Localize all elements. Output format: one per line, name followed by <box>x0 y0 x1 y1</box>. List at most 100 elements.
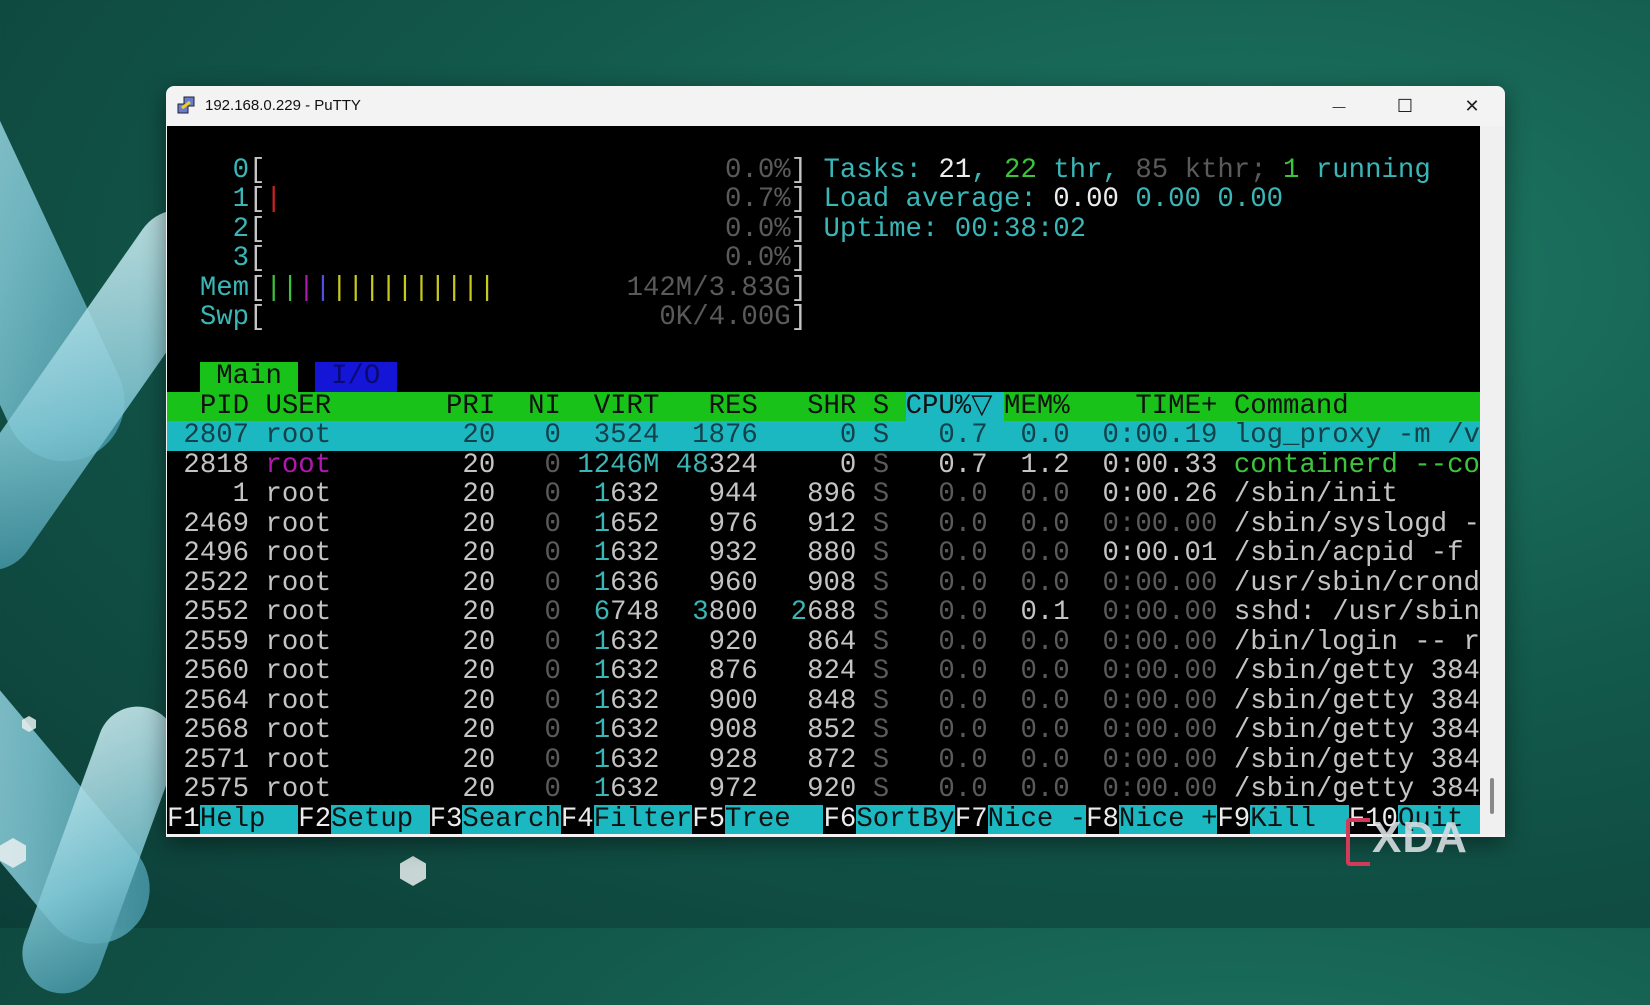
shr: 912 <box>807 509 857 539</box>
process-row[interactable]: 1 root 20 0 1632 944 896 S 0.0 0.0 0:00.26/sbin/in… <box>167 480 1480 510</box>
scrollbar-thumb[interactable] <box>1490 778 1494 814</box>
process-row[interactable]: 2469 root 20 0 1652 976 912 S 0.0 0.0 0:00.00/sbin… <box>167 510 1480 540</box>
shr: 864 <box>807 627 857 657</box>
process-row[interactable]: 2568 root 20 0 1632 908 852 S 0.0 0.0 0:00.00/sbin… <box>167 716 1480 746</box>
shr: 896 <box>807 480 857 510</box>
state: S <box>872 539 890 569</box>
res: 3800 <box>659 598 758 628</box>
window-title: 192.168.0.229 - PuTTY <box>205 97 361 114</box>
minimize-button[interactable]: — <box>1316 86 1362 126</box>
process-row[interactable]: 2552 root 20 0 6748 3800 2688 S 0.0 0.1 0:00.00 ssh… <box>167 598 1480 628</box>
fkey-tree-button[interactable]: Tree <box>725 804 824 834</box>
column-header-pid[interactable]: PID <box>167 392 249 422</box>
pid: 2571 <box>183 745 250 775</box>
nice: 0 <box>544 480 561 510</box>
fkey-setup-button[interactable]: Setup <box>331 804 430 834</box>
priority: 20 <box>462 480 496 510</box>
column-header-cpu[interactable]: CPU%▽ <box>905 391 1005 421</box>
maximize-button[interactable]: ☐ <box>1382 86 1428 126</box>
process-row[interactable]: 2560 root 20 0 1632 876 824 S 0.0 0.0 0:00.00/sbin… <box>167 657 1480 687</box>
res: 1876 <box>692 421 758 451</box>
process-row[interactable]: 2818 root 20 0 1246M 48324 0 S 0.7 1.2 0:00.33 cont… <box>167 451 1480 481</box>
user: root <box>265 509 332 539</box>
meter-value: 0K/4.00G <box>659 303 791 333</box>
column-header-s[interactable]: S <box>873 392 889 422</box>
res: 900 <box>708 686 758 716</box>
priority: 20 <box>462 627 496 657</box>
process-row[interactable]: 2571 root 20 0 1632 928 872 S 0.0 0.0 0:00.00/sbin… <box>167 746 1480 776</box>
fkey-search-button[interactable]: Search <box>462 804 561 834</box>
tab-io[interactable]: I/O <box>314 362 397 392</box>
column-header-mem[interactable]: MEM% <box>1004 392 1070 422</box>
virt: 1246M <box>577 450 660 480</box>
mem-percent: 0.0 <box>1020 539 1070 569</box>
uptime-label: Uptime: <box>823 214 955 244</box>
process-row[interactable]: 2575 root 20 0 1632 972 920 S 0.0 0.0 0:00.00/sbin… <box>167 775 1480 805</box>
fkey-f8: F8 <box>1086 804 1119 834</box>
kthreads-label: kthr; <box>1168 155 1284 185</box>
state: S <box>872 627 890 657</box>
process-row[interactable]: 2522 root 20 0 1636 960 908 S 0.0 0.0 0:00.00/usr/… <box>167 569 1480 599</box>
process-row[interactable]: 2496 root 20 0 1632 932 880 S 0.0 0.0 0:00.01/sbin… <box>167 539 1480 569</box>
putty-window: 192.168.0.229 - PuTTY — ☐ ✕ 0[0.0%] Tasks… <box>166 86 1505 837</box>
column-header-time[interactable]: TIME+ <box>1070 392 1217 422</box>
cpu-percent: 0.0 <box>938 627 988 657</box>
meter-bracket: ] <box>790 185 808 215</box>
cpu-time: 0:00.00 <box>1102 686 1218 716</box>
virt: 6748 <box>561 598 660 628</box>
cpu-percent: 0.0 <box>938 745 988 775</box>
priority: 20 <box>462 539 496 569</box>
fkey-f1: F1 <box>167 804 200 834</box>
running-label: running <box>1299 155 1431 185</box>
state: S <box>872 480 890 510</box>
terminal-screen[interactable]: 0[0.0%] Tasks: 21, 22 thr, 85 kthr; 1 run… <box>167 126 1480 834</box>
fkey-f5: F5 <box>692 804 725 834</box>
column-header-ni[interactable]: NI <box>495 392 561 422</box>
cpu-time: 0:00.00 <box>1102 568 1218 598</box>
close-button[interactable]: ✕ <box>1449 86 1495 126</box>
fkey-filter-button[interactable]: Filter <box>593 804 693 834</box>
process-row[interactable]: 2807 root 20 0 3524 1876 0 S 0.7 0.0 0:00.19 log_pr… <box>167 421 1480 451</box>
process-row[interactable]: 2564 root 20 0 1632 900 848 S 0.0 0.0 0:00.00/sbin… <box>167 687 1480 717</box>
fkey-kill-button[interactable]: Kill <box>1250 804 1349 834</box>
process-row[interactable]: 2559 root 20 0 1632 920 864 S 0.0 0.0 0:00.00/bin/… <box>167 628 1480 658</box>
nice: 0 <box>544 539 561 569</box>
column-header-res[interactable]: RES <box>659 392 758 422</box>
virt: 1632 <box>561 539 660 569</box>
meter-value: 0.0% <box>725 155 791 185</box>
fkey-sortby-button[interactable]: SortBy <box>856 804 955 834</box>
fkey-help-button[interactable]: Help <box>199 804 299 834</box>
command: /bin/login -- root <box>1233 627 1480 657</box>
mem-percent: 0.0 <box>1020 775 1070 805</box>
meter-bracket: ] <box>790 155 808 185</box>
user: root <box>265 745 332 775</box>
column-header-shr[interactable]: SHR <box>758 392 856 422</box>
pid: 2559 <box>183 627 250 657</box>
user: root <box>265 775 332 805</box>
pid: 2496 <box>183 539 250 569</box>
cpu-percent: 0.0 <box>938 568 988 598</box>
column-header-virt[interactable]: VIRT <box>561 392 660 422</box>
title-bar[interactable]: 192.168.0.229 - PuTTY — ☐ ✕ <box>166 86 1505 126</box>
mem-percent: 0.0 <box>1020 686 1070 716</box>
kthreads-count: 85 <box>1135 155 1169 185</box>
column-header-cmd[interactable]: Command <box>1234 392 1480 422</box>
scrollbar[interactable] <box>1480 126 1505 834</box>
pid: 2552 <box>183 598 250 628</box>
cpu-meter-3: 3[0.0%] <box>167 244 1480 274</box>
meter-bracket: ] <box>790 273 808 303</box>
tab-main[interactable]: Main <box>199 362 299 392</box>
column-header-pri[interactable]: PRI <box>413 392 495 422</box>
state: S <box>872 745 890 775</box>
command: /sbin/acpid -f <box>1233 539 1464 569</box>
virt: 1632 <box>561 746 660 776</box>
mem-percent: 0.0 <box>1020 657 1070 687</box>
priority: 20 <box>462 745 496 775</box>
virt: 1652 <box>561 510 660 540</box>
res: 920 <box>708 627 758 657</box>
fkey-nice-button[interactable]: Nice + <box>1118 804 1218 834</box>
fkey-nice-button[interactable]: Nice - <box>987 804 1087 834</box>
threads-count: 22 <box>1004 155 1037 185</box>
column-header-user[interactable]: USER <box>265 392 413 422</box>
state: S <box>872 686 890 716</box>
